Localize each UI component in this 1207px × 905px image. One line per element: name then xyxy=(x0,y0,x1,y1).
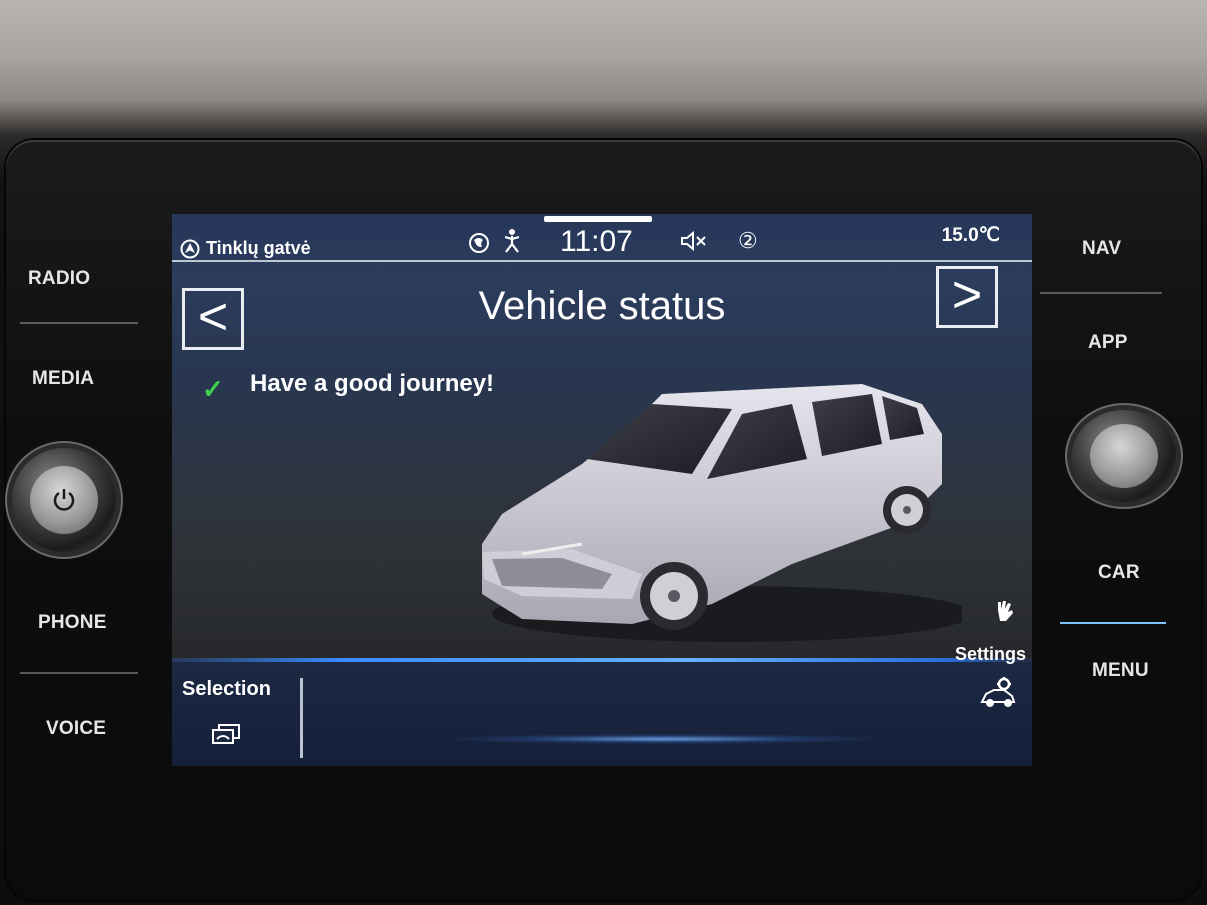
tune-knob[interactable] xyxy=(1072,410,1176,502)
voice-button[interactable]: VOICE xyxy=(46,718,106,740)
status-bar: Tinklų gatvė 11:07 ② 15.0℃ xyxy=(172,214,1032,262)
power-icon xyxy=(53,489,75,511)
bottom-glow xyxy=(452,734,872,744)
time-indicator-bar xyxy=(544,216,652,222)
tune-knob-cap xyxy=(1090,424,1158,488)
bottom-divider xyxy=(300,678,303,758)
menu-button[interactable]: MENU xyxy=(1092,660,1149,682)
app-button[interactable]: APP xyxy=(1088,332,1128,354)
phone-button[interactable]: PHONE xyxy=(38,612,107,634)
button-divider xyxy=(20,672,138,674)
clock: 11:07 xyxy=(560,225,633,258)
page-title: Vehicle status xyxy=(478,284,726,328)
nav-button[interactable]: NAV xyxy=(1082,238,1121,260)
touch-screen: Tinklų gatvė 11:07 ② 15.0℃ < Vehicle sta… xyxy=(172,214,1032,766)
sound-off-icon xyxy=(681,230,706,252)
globe-icon xyxy=(469,233,489,253)
media-button[interactable]: MEDIA xyxy=(32,368,94,390)
status-message: Have a good journey! xyxy=(250,370,495,397)
radio-button[interactable]: RADIO xyxy=(28,268,90,290)
pedestrian-icon xyxy=(504,229,520,253)
car-button[interactable]: CAR xyxy=(1098,562,1140,584)
car-image xyxy=(482,384,962,642)
outside-temperature: 15.0℃ xyxy=(941,225,1000,246)
hand-icon xyxy=(998,601,1013,621)
notification-badge: ② xyxy=(738,228,758,253)
settings-button[interactable]: Settings xyxy=(955,644,1026,665)
nav-arrow-icon xyxy=(180,239,200,259)
button-divider xyxy=(20,322,138,324)
selection-icon[interactable] xyxy=(212,724,240,744)
power-knob[interactable] xyxy=(12,448,116,552)
location-label: Tinklų gatvė xyxy=(206,238,311,258)
selection-button[interactable]: Selection xyxy=(182,678,271,701)
settings-car-icon[interactable] xyxy=(978,676,1018,712)
next-page-button[interactable]: > xyxy=(936,266,998,328)
button-divider xyxy=(1040,292,1162,294)
button-divider xyxy=(1060,622,1166,624)
check-icon: ✓ xyxy=(202,374,224,404)
